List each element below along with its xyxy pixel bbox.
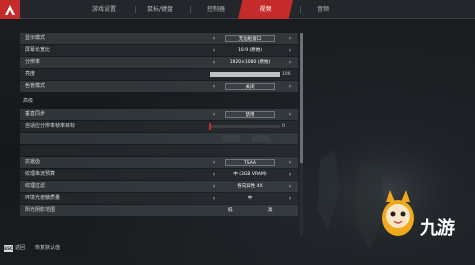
tab-controller[interactable]: 控制器 [193,0,239,19]
back-button[interactable]: 返回 [15,245,25,252]
setting-value: 1920×1080 (原始) [229,60,271,65]
bottom-bar: ESC 返回 恢复默认值 [0,243,300,255]
chevron-left-icon[interactable]: ‹ [210,81,218,92]
tab-mouse-keyboard[interactable]: 鼠标/键盘 [137,0,183,19]
brightness-slider[interactable] [210,72,280,77]
setting-value: 中 [247,196,253,201]
slider-value: 0 [282,124,285,129]
slider-value: 106 [282,72,291,77]
apex-logo-icon [0,0,20,19]
chevron-right-icon[interactable]: › [286,181,294,192]
setting-row-blank [20,145,298,156]
jiuyou-watermark: 九游 [420,218,455,239]
shadow-low-option[interactable]: 低 [228,205,233,216]
top-nav: 游戏设置 鼠标/键盘 控制器 视频 音频 [0,0,475,19]
adaptive-res-slider[interactable] [209,123,280,130]
disabled-button [252,135,270,142]
shadow-high-option[interactable]: 高 [268,205,273,216]
control-antialiasing: ‹ TSAA › [0,157,300,168]
setting-value: 中 (3GB VRAM) [233,172,267,177]
slider-thumb[interactable] [209,123,211,130]
chevron-left-icon[interactable]: ‹ [210,169,218,180]
control-texture-budget: ‹ 中 (3GB VRAM) › [0,169,300,180]
chevron-right-icon[interactable]: › [286,45,294,56]
chevron-left-icon[interactable]: ‹ [210,157,218,168]
setting-value: 各向异性 4X [237,184,263,189]
control-ambient-occlusion: ‹ 中 › [0,193,300,204]
control-sun-shadow: 低 高 [0,205,300,216]
background-character-art [300,120,475,265]
chevron-right-icon[interactable]: › [286,157,294,168]
control-aspect-ratio: ‹ 16:9 (原始) › [0,45,300,56]
chevron-left-icon[interactable]: ‹ [210,181,218,192]
setting-value: 禁用 [225,111,275,118]
tab-divider [190,6,191,13]
control-colorblind: ‹ 关闭 › [0,81,300,92]
control-brightness: 106 [0,69,300,80]
esc-key-icon[interactable]: ESC [4,245,13,252]
tab-divider [135,6,136,13]
chevron-right-icon[interactable]: › [286,33,294,44]
chevron-left-icon[interactable]: ‹ [210,57,218,68]
chevron-right-icon[interactable]: › [286,57,294,68]
control-resolution: ‹ 1920×1080 (原始) › [0,57,300,68]
chevron-right-icon[interactable]: › [286,81,294,92]
control-texture-filter: ‹ 各向异性 4X › [0,181,300,192]
tab-audio[interactable]: 音频 [300,0,346,19]
setting-value: 无边框窗口 [225,35,275,42]
disabled-controls [0,133,300,144]
tab-video[interactable]: 视频 [238,0,293,19]
setting-value: 关闭 [225,83,275,90]
setting-value: 16:9 (原始) [237,48,263,53]
chevron-left-icon[interactable]: ‹ [210,33,218,44]
tab-game-settings[interactable]: 游戏设置 [81,0,127,19]
reset-defaults-button[interactable]: 恢复默认值 [35,245,60,252]
chevron-left-icon[interactable]: ‹ [210,45,218,56]
control-adaptive-res: 0 [0,121,300,132]
chevron-left-icon[interactable]: ‹ [210,109,218,120]
chevron-right-icon[interactable]: › [286,109,294,120]
chevron-right-icon[interactable]: › [286,169,294,180]
disabled-button [222,135,240,142]
control-display-mode: ‹ 无边框窗口 › [0,33,300,44]
section-heading-advanced: 高级 [23,98,34,104]
control-vsync: ‹ 禁用 › [0,109,300,120]
chevron-left-icon[interactable]: ‹ [210,193,218,204]
chevron-right-icon[interactable]: › [286,193,294,204]
setting-value: TSAA [225,159,275,166]
